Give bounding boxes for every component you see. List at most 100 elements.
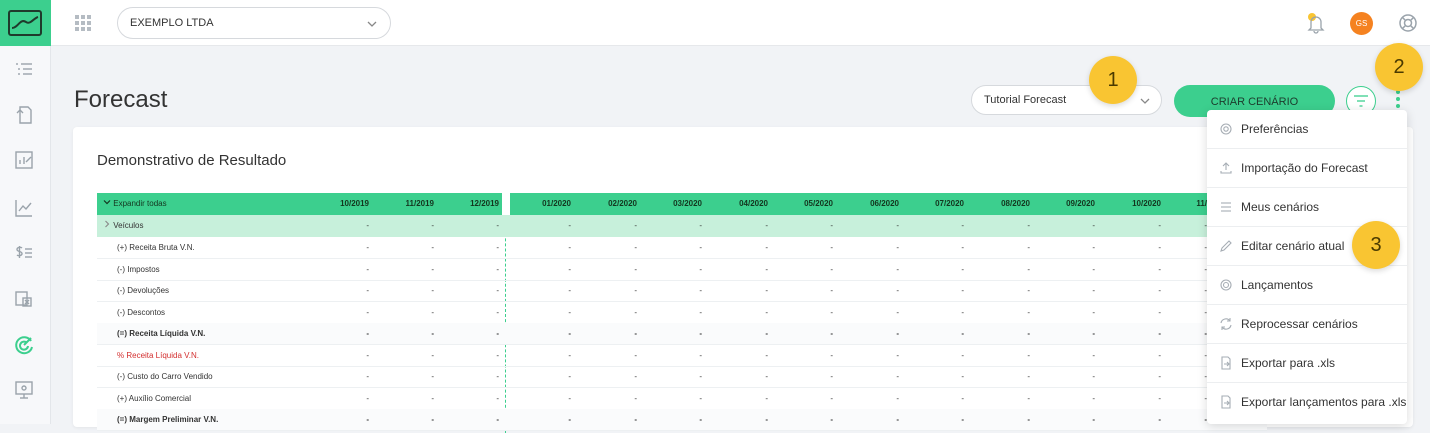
table-cell: - [765,286,768,295]
more-options-icon[interactable] [1391,88,1405,112]
menu-item[interactable]: Exportar lançamentos para .xls [1207,383,1407,422]
table-cell: - [568,350,571,360]
table-cell: - [765,264,768,274]
group-toggle[interactable]: Veículos [103,215,143,237]
table-cell: - [634,329,637,338]
table-cell: - [634,243,637,252]
table-cell: - [366,243,369,252]
table-cell: - [568,221,571,230]
presentation-icon[interactable] [12,378,36,402]
table-cell: - [1092,221,1095,230]
table-cell: - [1027,307,1030,317]
table-cell: - [765,393,768,403]
column-header: 06/2020 [870,199,899,208]
table-cell: - [496,221,499,230]
table-cell: - [431,350,434,360]
table-cell: - [366,307,369,317]
menu-item[interactable]: Exportar para .xls [1207,344,1407,383]
expand-all-label: Expandir todas [113,199,167,208]
column-header: 09/2020 [1066,199,1095,208]
step-badge-1: 1 [1089,56,1137,104]
table-cell: - [1027,372,1030,381]
table-cell: - [961,393,964,403]
filter-icon [1354,95,1368,107]
table-cell: - [961,415,964,424]
table-cell: - [634,350,637,360]
table-cell: - [1027,243,1030,252]
list-tree-icon[interactable] [12,58,36,82]
table-cell: - [765,243,768,252]
forecast-target-icon[interactable] [12,333,36,357]
table-cell: - [1027,329,1030,338]
table-cell: - [431,264,434,274]
row-label: (-) Impostos [117,264,160,274]
spreadsheet-icon[interactable] [12,287,36,311]
table-cell: - [830,372,833,381]
column-header: 07/2020 [935,199,964,208]
menu-item-label: Editar cenário atual [1241,239,1345,253]
menu-item-label: Lançamentos [1241,278,1314,292]
table-cell: - [366,415,369,424]
step-badge-3: 3 [1352,221,1400,269]
table-cell: - [1204,393,1207,403]
table-cell: - [896,286,899,295]
table-cell: - [568,329,571,338]
line-chart-icon[interactable] [12,196,36,220]
table-cell: - [961,329,964,338]
table-cell: - [431,221,434,230]
table-row: (+) Receita Bruta V.N. - - - - - - - - - - - - - - [97,237,1267,259]
company-select[interactable]: EXEMPLO LTDA [117,7,391,39]
document-transfer-icon[interactable] [12,103,36,127]
table-cell: - [830,350,833,360]
page-title: Forecast [74,86,168,113]
table-cell: - [896,221,899,230]
table-cell: - [1092,264,1095,274]
notification-bell-icon[interactable] [1305,12,1327,39]
table-cell: - [699,221,702,230]
table-cell: - [431,286,434,295]
expand-all-toggle[interactable]: Expandir todas [103,193,167,215]
table-cell: - [1027,415,1030,424]
table-cell: - [830,393,833,403]
list-icon [1219,200,1233,214]
table-cell: - [366,221,369,230]
table-group-row[interactable]: Veículos -------------- [97,215,1267,237]
menu-item[interactable]: Reprocessar cenários [1207,305,1407,344]
table-cell: - [1092,243,1095,252]
table-cell: - [961,350,964,360]
table-row: (-) Custo do Carro Vendido - - - - - - - - - - - - - - [97,366,1267,388]
dollar-list-icon[interactable] [12,241,36,265]
app-logo[interactable] [0,0,51,46]
table-row: (=) Receita Líquida V.N. - - - - - - - - - - - - - - [97,323,1267,345]
table-cell: - [1027,221,1030,230]
chevron-down-icon [103,200,111,205]
column-header: 05/2020 [804,199,833,208]
table-cell: - [699,286,702,295]
help-lifebuoy-icon[interactable] [1397,12,1419,39]
report-edit-icon[interactable] [12,148,36,172]
table-cell: - [1027,264,1030,274]
apps-grid-icon[interactable] [75,15,91,31]
table-cell: - [1092,286,1095,295]
table-cell: - [765,372,768,381]
table-cell: - [634,286,637,295]
avatar[interactable]: GS [1350,12,1373,35]
table-row: % Receita Líquida V.N. - - - - - - - - - - - - - - [97,345,1267,367]
table-cell: - [765,221,768,230]
table-cell: - [568,243,571,252]
sidebar [0,0,51,424]
menu-item-label: Importação do Forecast [1241,161,1368,175]
table-cell: - [699,243,702,252]
menu-item[interactable]: Preferências [1207,110,1407,149]
column-header: 11/ [1196,199,1207,208]
menu-item[interactable]: Importação do Forecast [1207,149,1407,188]
menu-item[interactable]: Lançamentos [1207,266,1407,305]
column-header: 01/2020 [542,199,571,208]
table-cell: - [830,329,833,338]
step-badge-2: 2 [1375,43,1423,91]
table-cell: - [1027,350,1030,360]
table-cell: - [568,286,571,295]
table-cell: - [1092,329,1095,338]
table-cell: - [496,415,499,424]
table-cell: - [961,307,964,317]
